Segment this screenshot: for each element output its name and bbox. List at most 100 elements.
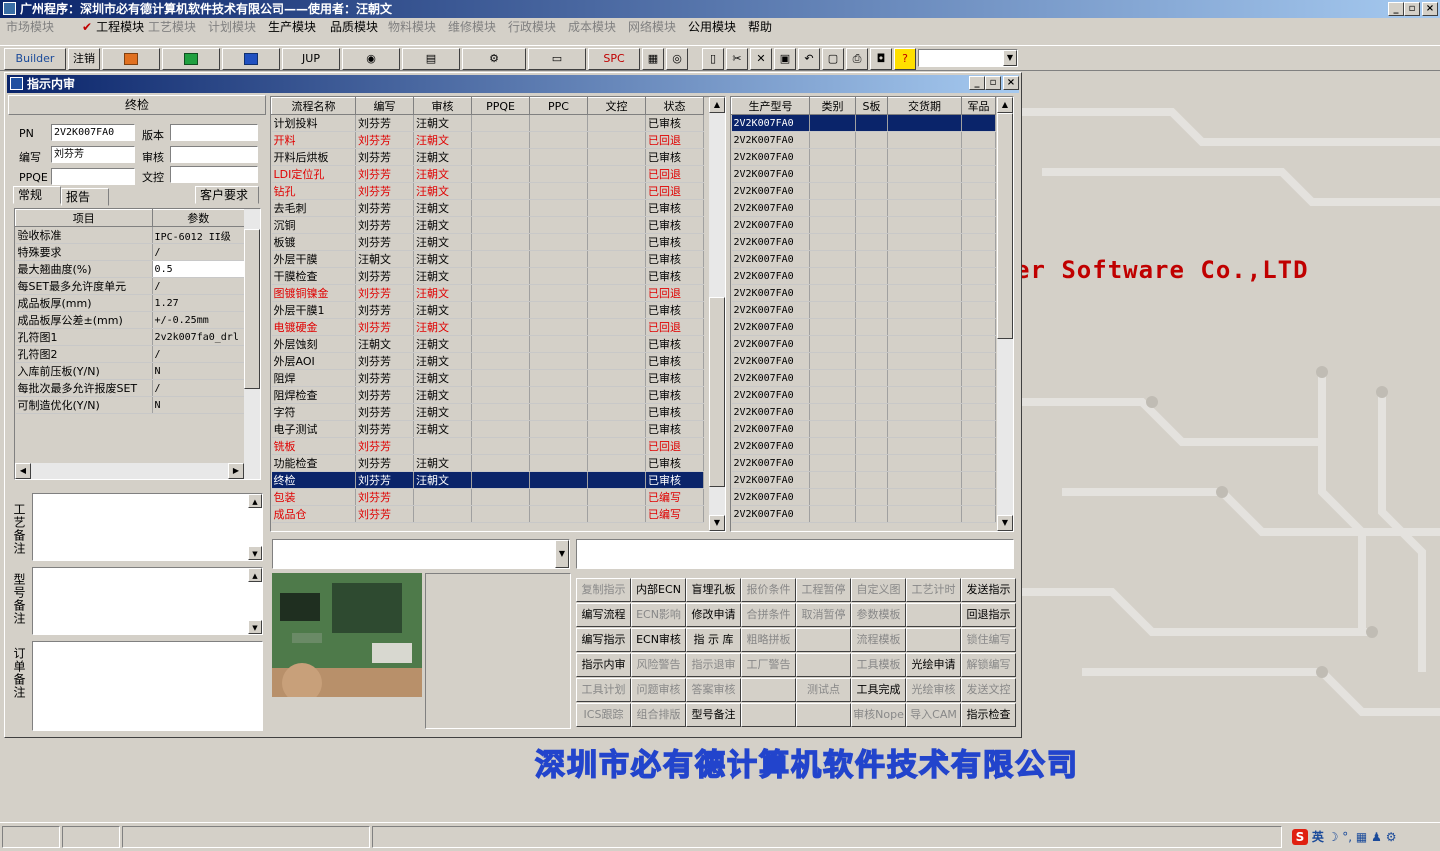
logout-button[interactable]: 注销 <box>68 48 100 70</box>
menu-item[interactable]: 品质模块 <box>330 18 378 36</box>
scroll-up-icon[interactable]: ▲ <box>248 494 262 508</box>
model-col-header[interactable]: 交货期 <box>887 97 962 115</box>
function-button[interactable]: 内部ECN <box>631 578 686 602</box>
database-icon[interactable]: ▤ <box>402 48 460 70</box>
model-row[interactable]: 2V2K007FA0 <box>731 369 996 387</box>
scroll-up-icon[interactable]: ▲ <box>248 568 262 582</box>
menu-item[interactable]: 生产模块 <box>268 18 316 36</box>
param-value[interactable]: N <box>152 362 246 380</box>
function-button[interactable] <box>741 703 796 727</box>
settings-icon[interactable]: ⚙ <box>1386 830 1397 844</box>
model-row[interactable]: 2V2K007FA0 <box>731 148 996 166</box>
param-value[interactable]: / <box>152 243 246 261</box>
order-note-box[interactable] <box>32 641 263 731</box>
menu-item[interactable]: 市场模块 <box>6 18 54 36</box>
model-row[interactable]: 2V2K007FA0 <box>731 199 996 217</box>
function-button[interactable]: 工厂警告 <box>741 653 796 677</box>
model-row[interactable]: 2V2K007FA0 <box>731 335 996 353</box>
flow-row[interactable]: 计划投料 刘芬芳 汪朝文 已审核 <box>271 114 704 132</box>
model-row[interactable]: 2V2K007FA0 <box>731 454 996 472</box>
model-row[interactable]: 2V2K007FA0 <box>731 318 996 336</box>
menu-item[interactable]: 计划模块 <box>208 18 256 36</box>
function-button[interactable]: 自定义图 <box>851 578 906 602</box>
flow-row[interactable]: 去毛刺 刘芬芳 汪朝文 已审核 <box>271 199 704 217</box>
function-button[interactable]: 发送文控 <box>961 678 1016 702</box>
function-button[interactable]: 编写指示 <box>576 628 631 652</box>
flow-row[interactable]: 干膜检查 刘芬芳 汪朝文 已审核 <box>271 267 704 285</box>
menu-item[interactable]: 维修模块 <box>448 18 496 36</box>
function-button[interactable]: 工具模板 <box>851 653 906 677</box>
flow-col-header[interactable]: PPC <box>529 97 588 115</box>
menu-item[interactable]: 成本模块 <box>568 18 616 36</box>
scroll-down-icon[interactable]: ▼ <box>248 620 262 634</box>
ime-logo-icon[interactable]: S <box>1292 829 1308 845</box>
function-button[interactable]: 锁住编写 <box>961 628 1016 652</box>
tab-customer-requirements[interactable]: 客户要求 <box>195 186 259 204</box>
scroll-left-icon[interactable]: ◀ <box>15 463 31 479</box>
function-button[interactable]: 风险警告 <box>631 653 686 677</box>
function-button[interactable]: ECN影响 <box>631 603 686 627</box>
model-row[interactable]: 2V2K007FA0 <box>731 165 996 183</box>
function-button[interactable]: 回退指示 <box>961 603 1016 627</box>
function-button[interactable]: 问题审核 <box>631 678 686 702</box>
model-row[interactable]: 2V2K007FA0 <box>731 403 996 421</box>
param-value[interactable]: 2v2k007fa0_drl <box>152 328 246 346</box>
ppqe-field[interactable] <box>51 168 135 185</box>
model-row[interactable]: 2V2K007FA0 <box>731 267 996 285</box>
scroll-thumb[interactable] <box>709 297 725 487</box>
param-value[interactable]: / <box>152 277 246 295</box>
scroll-down-icon[interactable]: ▼ <box>248 546 262 560</box>
flow-row[interactable]: 阻焊检查 刘芬芳 汪朝文 已审核 <box>271 386 704 404</box>
find-icon[interactable]: ◘ <box>870 48 892 70</box>
flow-row[interactable]: 终检 刘芬芳 汪朝文 已审核 <box>271 471 704 489</box>
flow-row[interactable]: 字符 刘芬芳 汪朝文 已审核 <box>271 403 704 421</box>
function-button[interactable] <box>906 603 961 627</box>
scroll-up-icon[interactable]: ▲ <box>997 97 1013 113</box>
punctuation-icon[interactable]: °, <box>1342 830 1352 844</box>
function-button[interactable]: 工具完成 <box>851 678 906 702</box>
function-button[interactable]: 光绘审核 <box>906 678 961 702</box>
model-row[interactable]: 2V2K007FA0 <box>731 488 996 506</box>
flow-row[interactable]: 外层干膜 汪朝文 汪朝文 已审核 <box>271 250 704 268</box>
menu-item[interactable]: 物料模块 <box>388 18 436 36</box>
function-button[interactable] <box>796 628 851 652</box>
param-value[interactable]: / <box>152 345 246 363</box>
function-button[interactable] <box>741 678 796 702</box>
version-field[interactable] <box>170 124 258 141</box>
flow-vscroll[interactable]: ▲ ▼ <box>709 97 725 531</box>
model-row[interactable]: 2V2K007FA0 <box>731 114 996 132</box>
help-icon[interactable]: ? <box>894 48 916 70</box>
child-close-button[interactable]: × <box>1003 76 1019 90</box>
process-note-box[interactable]: ▲ ▼ <box>32 493 263 561</box>
flow-row[interactable]: 外层蚀刻 汪朝文 汪朝文 已审核 <box>271 335 704 353</box>
flow-row[interactable]: 开料后烘板 刘芬芳 汪朝文 已审核 <box>271 148 704 166</box>
param-value[interactable]: N <box>152 396 246 414</box>
model-row[interactable]: 2V2K007FA0 <box>731 216 996 234</box>
tab-report[interactable]: 报告 <box>61 188 109 206</box>
flow-combo[interactable]: ▼ <box>272 539 570 569</box>
param-value[interactable]: 1.27 <box>152 294 246 312</box>
flow-row[interactable]: 钻孔 刘芬芳 汪朝文 已回退 <box>271 182 704 200</box>
function-button[interactable]: 指 示 库 <box>686 628 741 652</box>
function-button[interactable]: 合拼条件 <box>741 603 796 627</box>
user-icon[interactable]: ♟ <box>1371 830 1382 844</box>
eye-icon[interactable]: ◉ <box>342 48 400 70</box>
param-row[interactable]: 特殊要求 / <box>15 243 246 261</box>
flow-row[interactable]: 板镀 刘芬芳 汪朝文 已审核 <box>271 233 704 251</box>
scroll-down-icon[interactable]: ▼ <box>997 515 1013 531</box>
param-row[interactable]: 可制造优化(Y/N) N <box>15 396 246 414</box>
builder-button[interactable]: Builder <box>4 48 66 70</box>
function-button[interactable]: 编写流程 <box>576 603 631 627</box>
model-row[interactable]: 2V2K007FA0 <box>731 131 996 149</box>
function-button[interactable]: 光绘申请 <box>906 653 961 677</box>
model-row[interactable]: 2V2K007FA0 <box>731 437 996 455</box>
function-button[interactable] <box>796 653 851 677</box>
param-row[interactable]: 每SET最多允许度单元 / <box>15 277 246 295</box>
function-button[interactable] <box>906 628 961 652</box>
keyboard-icon[interactable]: ▦ <box>1356 830 1367 844</box>
close-button[interactable]: × <box>1422 2 1438 16</box>
child-minimize-button[interactable]: _ <box>969 76 985 90</box>
function-button[interactable]: 指示内审 <box>576 653 631 677</box>
flow-row[interactable]: 外层干膜1 刘芬芳 汪朝文 已审核 <box>271 301 704 319</box>
monitor-icon[interactable]: ▭ <box>528 48 586 70</box>
